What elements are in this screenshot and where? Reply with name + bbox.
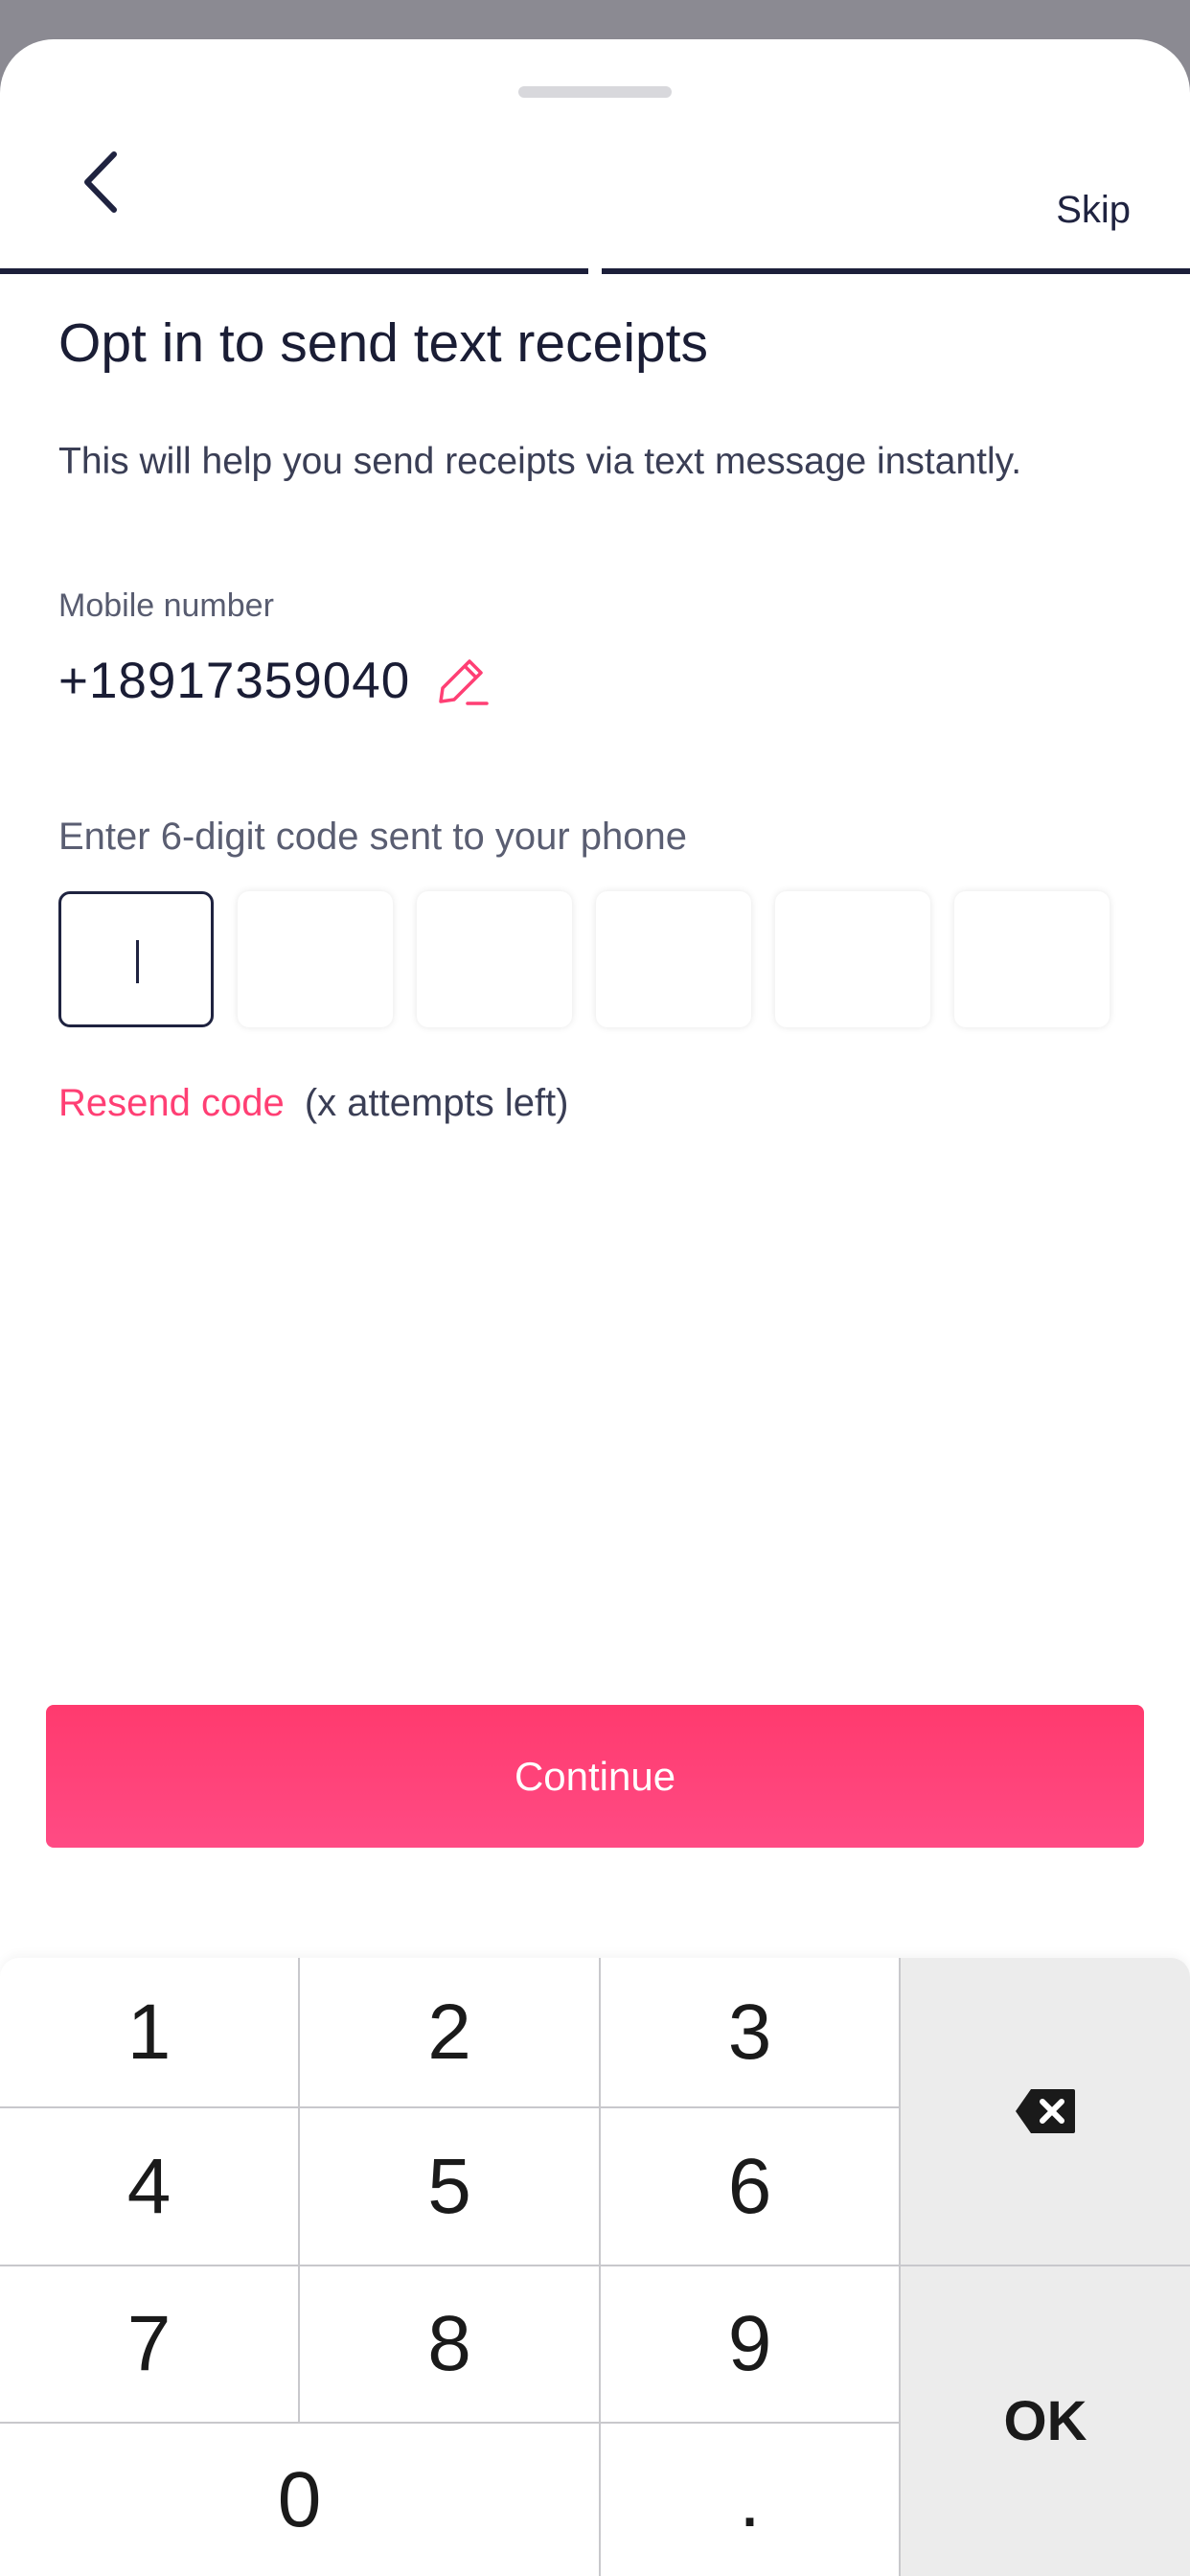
resend-row: Resend code (x attempts left) [58, 1082, 568, 1125]
key-5[interactable]: 5 [300, 2108, 599, 2265]
key-decimal[interactable]: . [601, 2424, 899, 2576]
otp-digit-3[interactable] [417, 891, 572, 1027]
otp-digit-6[interactable] [954, 891, 1110, 1027]
mobile-number-label: Mobile number [58, 587, 274, 624]
key-8[interactable]: 8 [300, 2266, 599, 2422]
key-6[interactable]: 6 [601, 2108, 899, 2265]
attempts-left-text: (x attempts left) [304, 1082, 569, 1124]
chevron-left-icon [84, 151, 117, 213]
ok-key[interactable]: OK [901, 2266, 1190, 2576]
key-4[interactable]: 4 [0, 2108, 298, 2265]
key-3[interactable]: 3 [601, 1958, 899, 2106]
delete-key[interactable] [901, 1958, 1190, 2265]
step-progress [0, 268, 1190, 274]
otp-digit-4[interactable] [596, 891, 751, 1027]
phone-row: +18917359040 [58, 652, 491, 710]
backspace-icon [1016, 2089, 1075, 2133]
back-button[interactable] [67, 139, 134, 225]
progress-segment-1 [0, 268, 588, 274]
key-1[interactable]: 1 [0, 1958, 298, 2106]
page-title: Opt in to send text receipts [58, 312, 709, 374]
key-0[interactable]: 0 [0, 2424, 599, 2576]
key-2[interactable]: 2 [300, 1958, 599, 2106]
otp-digit-2[interactable] [238, 891, 393, 1027]
otp-digit-1[interactable] [58, 891, 214, 1027]
pencil-edit-icon[interactable] [435, 654, 491, 709]
text-caret [136, 940, 139, 983]
continue-button[interactable]: Continue [46, 1705, 1144, 1848]
phone-number: +18917359040 [58, 653, 411, 709]
skip-button[interactable]: Skip [1056, 191, 1131, 229]
page-subtitle: This will help you send receipts via tex… [58, 441, 1022, 482]
otp-input-group [58, 891, 1133, 1027]
progress-segment-2 [602, 268, 1190, 274]
key-7[interactable]: 7 [0, 2266, 298, 2422]
otp-digit-5[interactable] [775, 891, 930, 1027]
sheet-grabber[interactable] [518, 86, 672, 98]
resend-code-link[interactable]: Resend code [58, 1082, 285, 1124]
numeric-keypad: 1 2 3 4 5 6 7 8 9 0 . OK [0, 1958, 1190, 2576]
code-label: Enter 6-digit code sent to your phone [58, 816, 687, 858]
key-9[interactable]: 9 [601, 2266, 899, 2422]
